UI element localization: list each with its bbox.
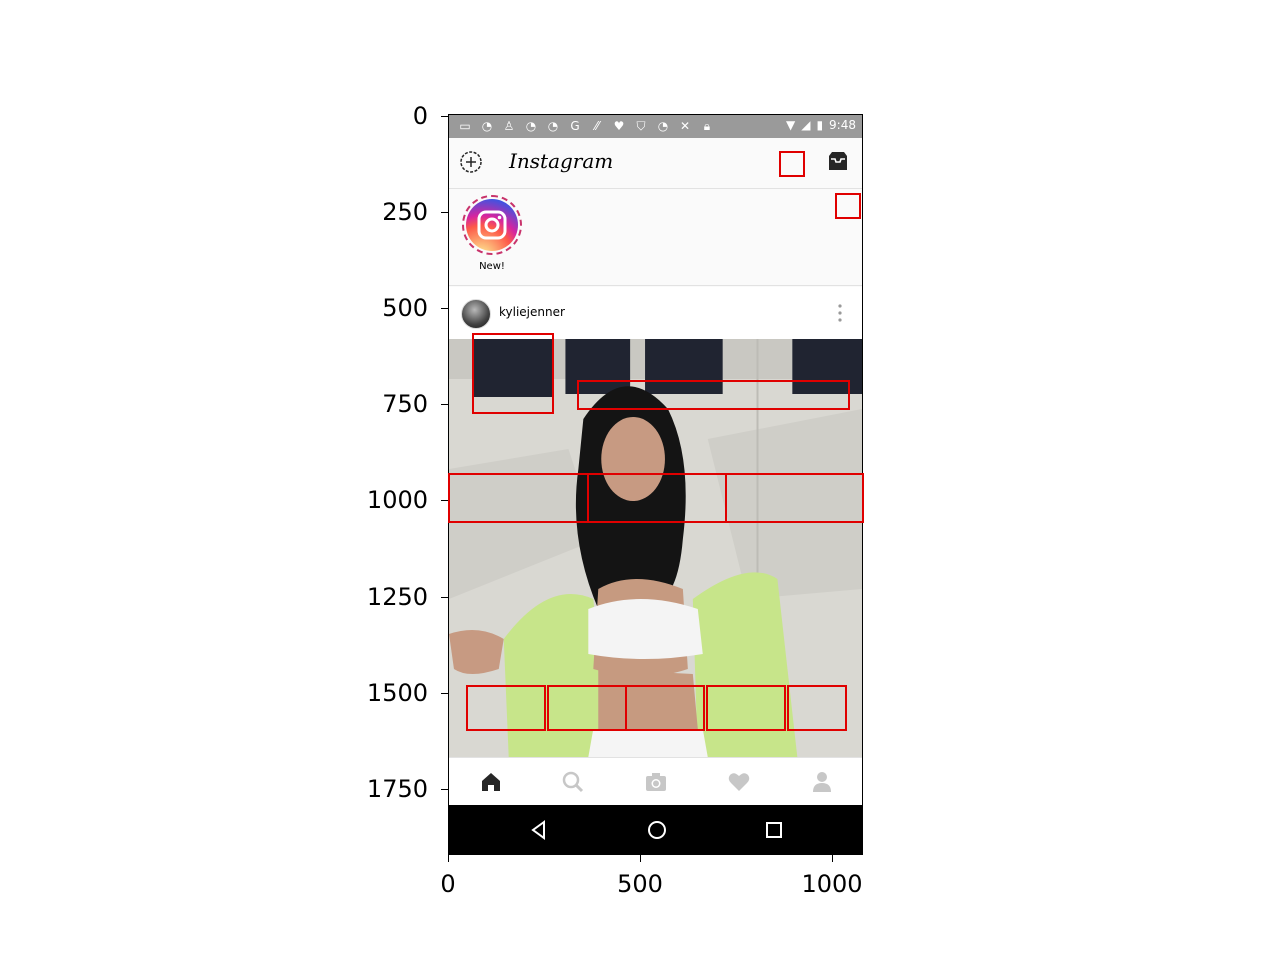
tools-icon: ✕: [679, 119, 691, 133]
back-icon[interactable]: [528, 819, 550, 841]
system-icons: ▼ ◢ ▮ 9:48: [786, 118, 856, 132]
x-tick-mark: [832, 855, 833, 862]
x-tick-label: 0: [440, 870, 456, 898]
annotation-box: [577, 380, 850, 410]
recents-icon[interactable]: [763, 819, 785, 841]
y-tick-mark: [441, 789, 448, 790]
y-tick-mark: [441, 116, 448, 117]
annotation-box: [448, 473, 589, 523]
bottom-navigation: [449, 757, 862, 806]
steam-icon: ◔: [657, 119, 669, 133]
instagram-logo-icon: [466, 199, 518, 251]
notification-icons: ▭ ◔ ♙ ◔ ◔ G ⁄⁄ ♥ ⛉ ◔ ✕ 🔒︎: [457, 118, 715, 134]
message-icon: ▭: [459, 119, 471, 133]
google-icon: G: [570, 119, 580, 133]
y-tick-mark: [441, 693, 448, 694]
home-icon[interactable]: [479, 770, 503, 794]
y-tick-mark: [441, 500, 448, 501]
battery-icon: ▮: [816, 118, 824, 132]
story-ring: [462, 195, 522, 255]
steam-icon: ◔: [525, 119, 537, 133]
person-icon: ♙: [503, 119, 515, 133]
stories-tray: New!: [449, 189, 862, 286]
x-tick-mark: [640, 855, 641, 862]
heart-icon[interactable]: [727, 770, 751, 794]
annotation-box: [787, 685, 847, 731]
annotation-box: [706, 685, 786, 731]
clock: 9:48: [829, 118, 856, 132]
y-tick-label: 500: [382, 294, 428, 322]
y-tick-label: 1250: [366, 583, 428, 611]
annotation-box: [472, 333, 554, 414]
annotation-box: [779, 151, 805, 177]
more-options-icon[interactable]: [836, 303, 844, 323]
annotation-box: [466, 685, 546, 731]
x-tick-mark: [448, 855, 449, 862]
post-username[interactable]: kyliejenner: [499, 305, 565, 319]
x-tick-label: 500: [617, 870, 663, 898]
y-tick-label: 1750: [366, 775, 428, 803]
inbox-icon[interactable]: [826, 150, 850, 174]
lock-icon: 🔒︎: [703, 119, 711, 133]
y-tick-label: 750: [382, 390, 428, 418]
wifi-icon: ▼: [785, 118, 796, 132]
shield-icon: ⛉: [636, 119, 646, 133]
heart-icon: ♥: [613, 119, 625, 133]
story-label: New!: [479, 261, 505, 272]
y-tick-mark: [441, 212, 448, 213]
home-circle-icon[interactable]: [646, 819, 668, 841]
steam-icon: ◔: [547, 119, 559, 133]
annotation-box: [547, 685, 627, 731]
steam-icon: ◔: [481, 119, 493, 133]
x-tick-label: 1000: [801, 870, 863, 898]
y-tick-mark: [441, 597, 448, 598]
f1-icon: ⁄⁄: [594, 119, 599, 133]
post-header: kyliejenner: [449, 287, 862, 339]
add-story-icon[interactable]: [459, 150, 483, 174]
profile-icon[interactable]: [810, 770, 834, 794]
status-bar: ▭ ◔ ♙ ◔ ◔ G ⁄⁄ ♥ ⛉ ◔ ✕ 🔒︎ ▼ ◢ ▮ 9:48: [449, 115, 862, 138]
annotation-box: [587, 473, 727, 523]
y-tick-mark: [441, 404, 448, 405]
y-tick-mark: [441, 308, 448, 309]
y-tick-label: 250: [382, 198, 428, 226]
android-navigation-bar: [449, 805, 862, 854]
avatar[interactable]: [461, 299, 491, 329]
y-tick-label: 1000: [366, 486, 428, 514]
signal-icon: ◢: [801, 118, 811, 132]
camera-icon[interactable]: [644, 770, 668, 794]
search-icon[interactable]: [561, 770, 585, 794]
y-tick-label: 0: [412, 102, 428, 130]
annotation-box: [625, 685, 705, 731]
y-tick-label: 1500: [366, 679, 428, 707]
story-item[interactable]: New!: [459, 195, 525, 272]
annotation-box: [835, 193, 861, 219]
annotation-box: [725, 473, 864, 523]
app-logo: Instagram: [509, 149, 614, 173]
